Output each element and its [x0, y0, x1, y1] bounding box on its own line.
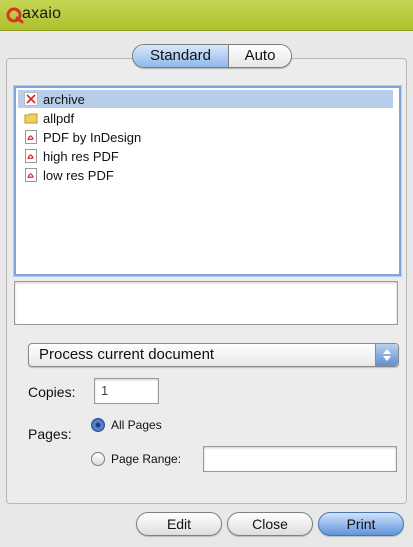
edit-button[interactable]: Edit [136, 512, 222, 536]
pdf-file-icon [24, 149, 38, 163]
copies-label: Copies: [28, 384, 76, 400]
pdf-file-icon [24, 130, 38, 144]
list-item-label: high res PDF [43, 148, 119, 164]
select-arrows-icon [375, 344, 398, 366]
close-button[interactable]: Close [227, 512, 313, 536]
page-range-input[interactable] [203, 446, 397, 472]
remove-x-icon [24, 92, 38, 106]
mode-segmented-control: Standard Auto [132, 44, 292, 68]
page-range-radio[interactable] [91, 452, 105, 466]
pages-label: Pages: [28, 426, 72, 442]
list-item[interactable]: allpdf [18, 109, 393, 127]
list-item[interactable]: PDF by InDesign [18, 128, 393, 146]
app-logo-text: axaio [22, 5, 62, 22]
folder-icon [24, 111, 38, 125]
list-item[interactable]: archive [18, 90, 393, 108]
list-item-label: low res PDF [43, 167, 114, 183]
copies-input[interactable]: 1 [94, 378, 159, 404]
list-item[interactable]: low res PDF [18, 166, 393, 184]
list-item-label: PDF by InDesign [43, 129, 142, 145]
list-item[interactable]: high res PDF [18, 147, 393, 165]
process-select-value: Process current document [39, 346, 215, 363]
list-item-label: archive [43, 91, 85, 107]
list-item-label: allpdf [43, 110, 75, 126]
all-pages-label: All Pages [111, 418, 162, 432]
description-field[interactable] [14, 281, 398, 325]
tab-standard[interactable]: Standard [133, 45, 229, 67]
pdf-file-icon [24, 168, 38, 182]
tab-auto[interactable]: Auto [229, 45, 291, 67]
title-bar: axaio [0, 0, 413, 31]
preset-list[interactable]: archive allpdf PDF by InDesign high res … [14, 86, 401, 276]
process-select[interactable]: Process current document [28, 343, 399, 367]
page-range-label: Page Range: [111, 452, 182, 466]
copies-value: 1 [101, 383, 109, 398]
print-button[interactable]: Print [318, 512, 404, 536]
all-pages-radio[interactable] [91, 418, 105, 432]
